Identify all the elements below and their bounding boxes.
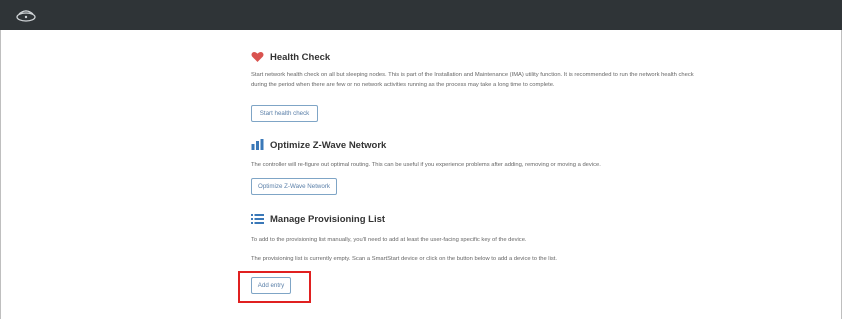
list-icon [251, 214, 264, 224]
optimize-description: The controller will re-figure out optima… [251, 162, 601, 168]
optimize-title-text: Optimize Z-Wave Network [270, 139, 387, 151]
provisioning-description-2: The provisioning list is currently empty… [251, 256, 557, 262]
provisioning-description-1: To add to the provisioning list manually… [251, 237, 527, 243]
add-entry-highlight-box [238, 271, 311, 303]
start-health-check-button[interactable]: Start health check [251, 105, 318, 122]
main-frame: Health Check Start network health check … [0, 30, 842, 319]
health-check-title-text: Health Check [270, 51, 331, 63]
hub-logo-icon[interactable] [12, 6, 40, 24]
optimize-title: Optimize Z-Wave Network [251, 138, 386, 152]
heart-icon [251, 51, 264, 62]
network-icon [251, 139, 264, 150]
top-bar [0, 0, 842, 30]
health-check-title: Health Check [251, 50, 330, 64]
health-check-description: Start network health check on all but sl… [251, 72, 694, 88]
optimize-network-button[interactable]: Optimize Z-Wave Network [251, 178, 337, 195]
provisioning-title: Manage Provisioning List [251, 212, 385, 226]
provisioning-title-text: Manage Provisioning List [270, 213, 386, 225]
